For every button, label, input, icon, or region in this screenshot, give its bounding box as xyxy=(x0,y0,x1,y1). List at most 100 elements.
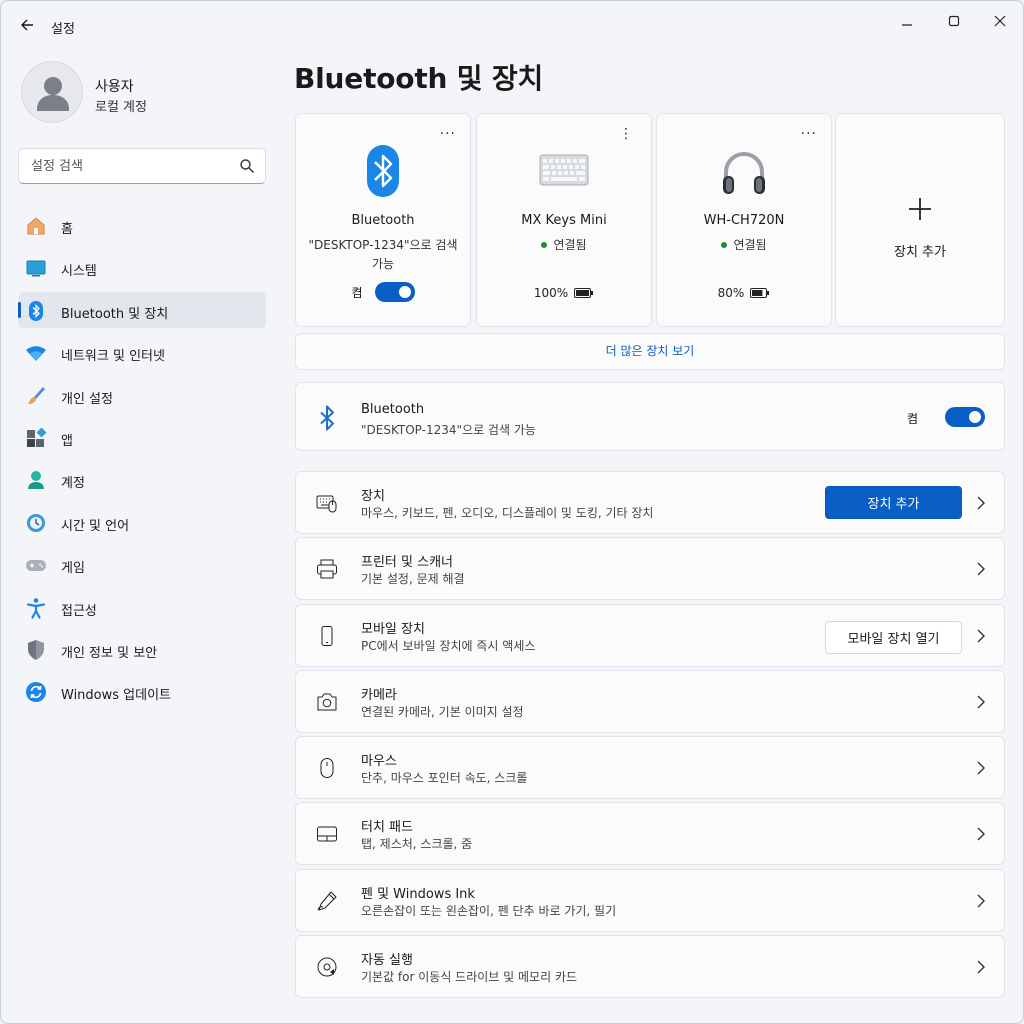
view-more-devices-link[interactable]: 더 많은 장치 보기 xyxy=(295,333,1005,370)
connection-status: 연결됨 xyxy=(477,236,651,253)
sidebar-item-privacy[interactable]: 개인 정보 및 보안 xyxy=(18,631,266,667)
bluetooth-card-toggle[interactable] xyxy=(374,282,415,302)
device-card-keyboard[interactable]: ⋮ MX Keys Mini 연결됨 100% xyxy=(476,113,652,327)
row-subtitle: 기본값 for 이동식 드라이브 및 메모리 카드 xyxy=(361,970,578,985)
settings-window: 설정 사용자 로컬 계정 홈 xyxy=(0,0,1024,1024)
battery-icon xyxy=(750,288,770,298)
search-box[interactable] xyxy=(18,148,266,184)
settings-row-touchpad[interactable]: 터치 패드 탭, 제스처, 스크롤, 줌 xyxy=(295,802,1005,866)
gamepad-icon xyxy=(25,554,47,576)
sidebar-item-network[interactable]: 네트워크 및 인터넷 xyxy=(18,334,266,370)
phone-icon xyxy=(316,625,338,647)
row-title: 모바일 장치 xyxy=(361,621,425,637)
search-input[interactable] xyxy=(31,149,231,183)
shield-icon xyxy=(25,639,47,661)
sidebar-item-home[interactable]: 홈 xyxy=(18,207,266,243)
sidebar-item-label: 접근성 xyxy=(61,603,97,619)
battery-icon xyxy=(574,288,594,298)
row-subtitle: 오른손잡이 또는 왼손잡이, 펜 단추 바로 가기, 필기 xyxy=(361,903,617,918)
settings-row-autoplay[interactable]: 자동 실행 기본값 for 이동식 드라이브 및 메모리 카드 xyxy=(295,935,1005,999)
bluetooth-icon xyxy=(316,405,338,435)
settings-row-devices[interactable]: 장치 마우스, 키보드, 펜, 오디오, 디스플레이 및 도킹, 기타 장치 장… xyxy=(295,471,1005,534)
settings-row-mouse[interactable]: 마우스 단추, 마우스 포인터 속도, 스크롤 xyxy=(295,736,1005,800)
settings-row-printers[interactable]: 프린터 및 스캐너 기본 설정, 문제 해결 xyxy=(295,537,1005,601)
chevron-right-icon xyxy=(977,960,985,974)
bluetooth-toggle-row: 켬 xyxy=(296,282,470,302)
more-options-icon[interactable]: ··· xyxy=(440,126,456,142)
device-card-headphones[interactable]: ··· WH-CH720N 연결됨 80% xyxy=(656,113,832,327)
page-title: Bluetooth 및 장치 xyxy=(294,62,544,95)
row-subtitle: 단추, 마우스 포인터 속도, 스크롤 xyxy=(361,771,528,786)
pen-icon xyxy=(316,890,338,912)
headphones-icon xyxy=(657,150,831,206)
row-title: 프린터 및 스캐너 xyxy=(361,555,453,571)
autoplay-icon xyxy=(316,956,338,978)
battery-status: 80% xyxy=(657,286,831,300)
close-button[interactable] xyxy=(980,9,1020,33)
sidebar-item-personalization[interactable]: 개인 설정 xyxy=(18,377,266,413)
bluetooth-icon xyxy=(296,144,470,200)
back-button[interactable] xyxy=(15,13,39,37)
minimize-button[interactable] xyxy=(887,9,927,33)
sidebar-item-label: 시스템 xyxy=(61,264,97,280)
settings-list: 장치 마우스, 키보드, 펜, 오디오, 디스플레이 및 도킹, 기타 장치 장… xyxy=(295,471,1005,1001)
sidebar-item-label: Windows 업데이트 xyxy=(61,688,172,704)
maximize-icon xyxy=(948,15,960,27)
back-arrow-icon xyxy=(21,19,33,31)
chevron-right-icon xyxy=(977,761,985,775)
device-description: "DESKTOP-1234"으로 검색 가능 xyxy=(308,238,458,271)
battery-percent: 80% xyxy=(717,286,745,300)
sidebar-item-label: 개인 설정 xyxy=(61,391,113,407)
sidebar-item-system[interactable]: 시스템 xyxy=(18,249,266,285)
connected-dot-icon xyxy=(721,241,728,248)
settings-row-pen-ink[interactable]: 펜 및 Windows Ink 오른손잡이 또는 왼손잡이, 펜 단추 바로 가… xyxy=(295,868,1005,932)
settings-row-mobile-devices[interactable]: 모바일 장치 PC에서 보바일 장치에 즉시 액세스 모바일 장치 열기 xyxy=(295,603,1005,667)
more-options-icon[interactable]: ⋮ xyxy=(619,126,633,142)
sidebar-item-bluetooth[interactable]: Bluetooth 및 장치 xyxy=(18,291,266,328)
bluetooth-icon xyxy=(25,300,47,322)
maximize-button[interactable] xyxy=(934,9,974,33)
row-title: 장치 xyxy=(361,489,385,504)
sidebar-item-label: 게임 xyxy=(61,561,85,577)
minimize-icon xyxy=(902,24,912,26)
toggle-label: 켬 xyxy=(351,285,363,300)
toggle-label: 켬 xyxy=(907,412,919,426)
sidebar-item-windows-update[interactable]: Windows 업데이트 xyxy=(18,673,266,709)
sidebar-item-apps[interactable]: 앱 xyxy=(18,419,266,455)
add-device-button[interactable]: 장치 추가 xyxy=(825,486,962,519)
touchpad-icon xyxy=(316,823,338,845)
sidebar-item-label: 개인 정보 및 보안 xyxy=(61,645,158,661)
settings-row-camera[interactable]: 카메라 연결된 카메라, 기본 이미지 설정 xyxy=(295,669,1005,733)
sidebar-item-gaming[interactable]: 게임 xyxy=(18,546,266,582)
plus-icon xyxy=(836,192,1004,230)
chevron-right-icon xyxy=(977,562,985,576)
more-options-icon[interactable]: ··· xyxy=(801,126,817,142)
sidebar-item-label: 홈 xyxy=(61,222,73,237)
battery-percent: 100% xyxy=(533,286,569,300)
chevron-right-icon xyxy=(977,894,985,908)
profile-account-type: 로컬 계정 xyxy=(95,100,147,115)
brush-icon xyxy=(25,385,47,407)
row-subtitle: PC에서 보바일 장치에 즉시 액세스 xyxy=(361,638,536,653)
row-subtitle: 기본 설정, 문제 해결 xyxy=(361,572,465,587)
row-subtitle: 탭, 제스처, 스크롤, 줌 xyxy=(361,837,473,852)
bluetooth-toggle[interactable] xyxy=(945,407,985,427)
sidebar-item-time-language[interactable]: 시간 및 언어 xyxy=(18,504,266,540)
open-mobile-devices-button[interactable]: 모바일 장치 열기 xyxy=(825,620,962,654)
sidebar-item-label: 계정 xyxy=(61,476,85,492)
account-icon xyxy=(25,469,47,491)
sidebar-item-accessibility[interactable]: 접근성 xyxy=(18,589,266,625)
sidebar-item-accounts[interactable]: 계정 xyxy=(18,461,266,497)
connection-status: 연결됨 xyxy=(657,236,831,253)
mouse-icon xyxy=(316,757,338,779)
title-bar: 설정 xyxy=(1,1,1023,49)
close-icon xyxy=(994,15,1006,27)
sidebar-item-label: 앱 xyxy=(61,433,73,449)
user-profile[interactable]: 사용자 로컬 계정 xyxy=(21,61,261,125)
add-device-label: 장치 추가 xyxy=(894,245,946,260)
add-device-card[interactable]: 장치 추가 xyxy=(835,113,1005,327)
device-name: Bluetooth xyxy=(351,213,415,228)
accessibility-icon xyxy=(25,597,47,619)
row-title: 터치 패드 xyxy=(361,820,413,836)
search-icon[interactable] xyxy=(239,158,255,174)
